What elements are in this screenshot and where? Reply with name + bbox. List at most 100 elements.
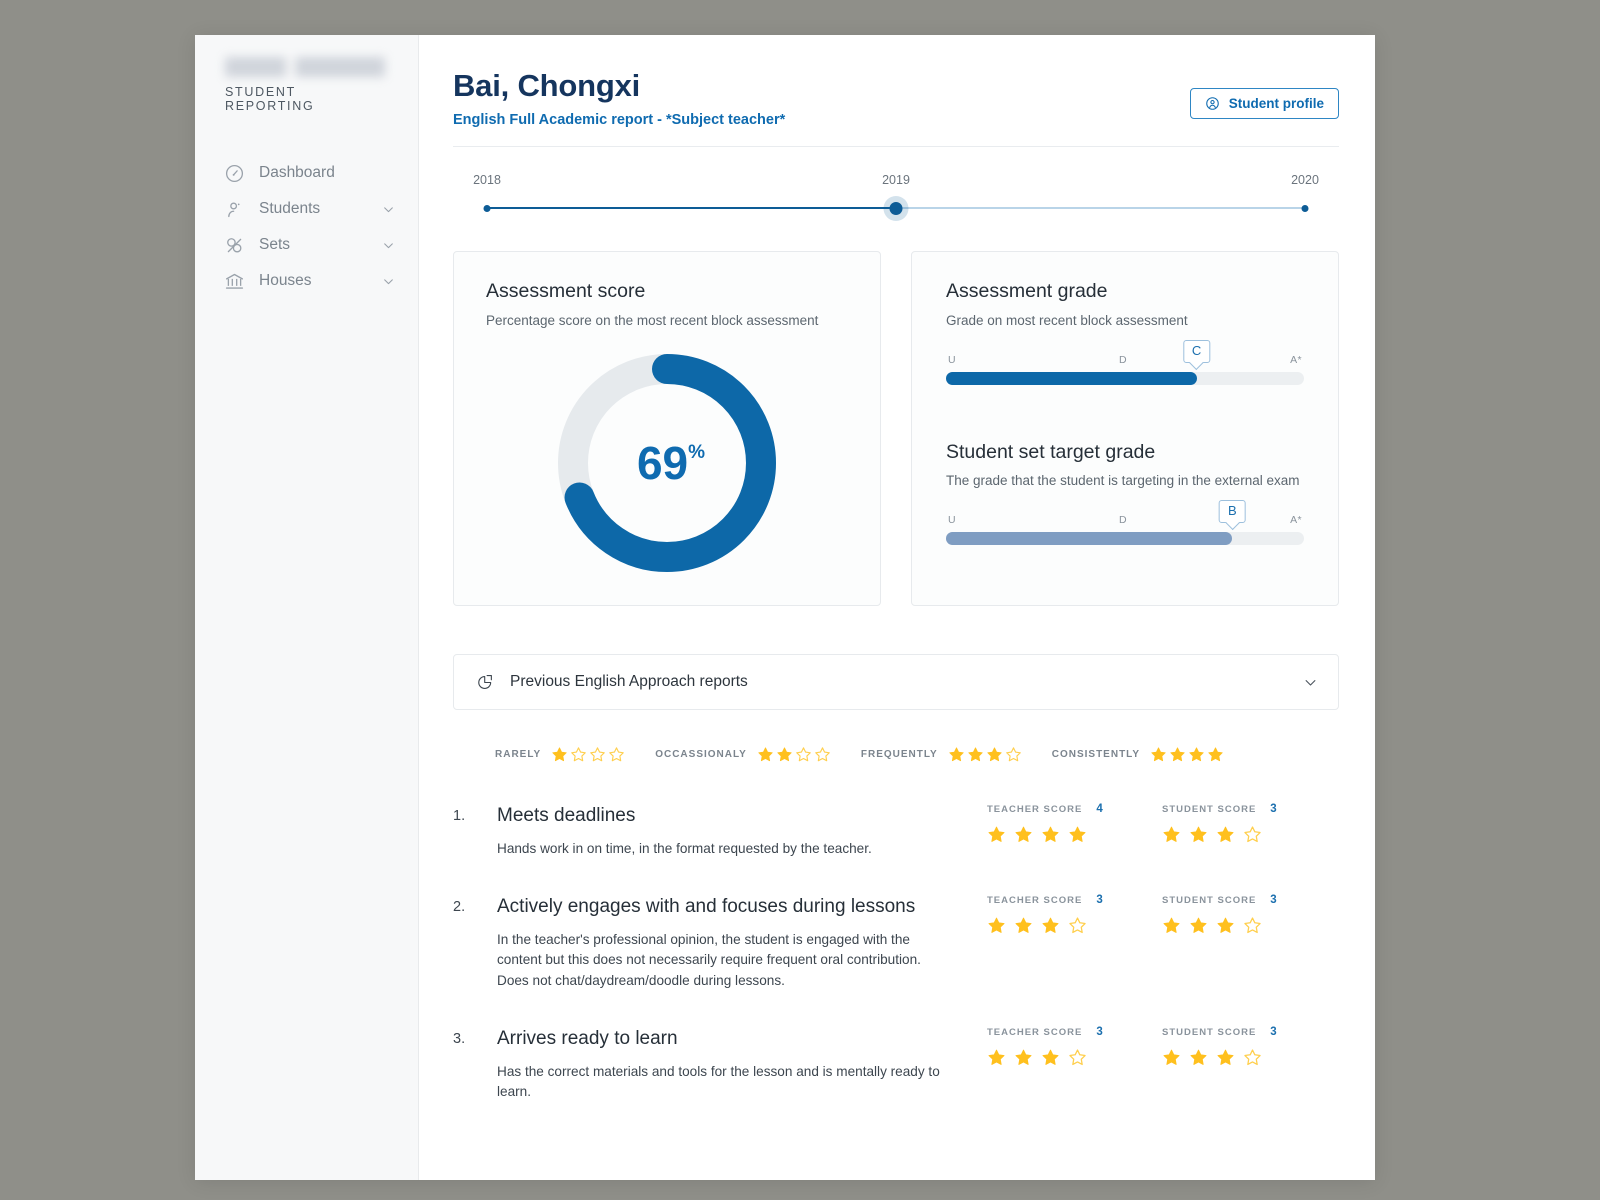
star-filled-icon: [1190, 1049, 1207, 1065]
legend-item: OCCASSIONALY: [655, 746, 831, 763]
app-window: STUDENT REPORTING Dashboard Students Set…: [195, 35, 1375, 1180]
teacher-score-stars: [987, 916, 1162, 935]
star-filled-icon: [777, 747, 792, 762]
teacher-score-value: 4: [1096, 803, 1103, 815]
chevron-down-icon[interactable]: [382, 239, 394, 251]
timeline-point-2018[interactable]: [483, 204, 491, 212]
sets-icon: [223, 234, 245, 256]
assessment-score-unit: %: [688, 442, 706, 463]
student-score-head: STUDENT SCORE 3: [1162, 1026, 1337, 1038]
star-filled-icon: [1015, 917, 1032, 933]
sidebar-item-label: Houses: [259, 272, 312, 289]
star-filled-icon: [1015, 1049, 1032, 1065]
sidebar-item-label: Sets: [259, 236, 291, 253]
page-title: Bai, Chongxi: [453, 68, 641, 103]
star-empty-icon: [1244, 826, 1261, 843]
star-filled-icon: [1190, 826, 1207, 842]
timeline-point-2020[interactable]: [1301, 204, 1309, 212]
sidebar-subtitle: STUDENT REPORTING: [225, 85, 315, 113]
timeline-handle-2019[interactable]: [889, 201, 903, 215]
timeline-track[interactable]: [483, 201, 1309, 215]
assessment-grade-meter: U D A* C: [946, 339, 1304, 385]
timeline-labels: 2018 2019 2020: [453, 173, 1339, 191]
sidebar-item-sets[interactable]: Sets: [195, 227, 418, 263]
star-empty-icon: [1244, 917, 1261, 933]
assessment-score-value-group: 69 %: [637, 440, 705, 486]
sidebar-nav: Dashboard Students Sets Houses: [195, 155, 418, 299]
sidebar-item-dashboard[interactable]: Dashboard: [195, 155, 418, 191]
page-header: Bai, Chongxi English Full Academic repor…: [453, 68, 1339, 128]
criteria-scores: TEACHER SCORE 3 STUDENT SCORE 3: [949, 894, 1339, 992]
star-filled-icon: [1217, 826, 1234, 842]
student-profile-button[interactable]: Student profile: [1189, 88, 1339, 119]
legend-item: RARELY: [495, 746, 625, 763]
star-filled-icon: [949, 747, 964, 762]
chevron-down-icon[interactable]: [382, 275, 394, 287]
legend-item-stars: [948, 746, 1022, 763]
sidebar: STUDENT REPORTING Dashboard Students Set…: [195, 35, 419, 1180]
teacher-score-head: TEACHER SCORE 4: [987, 803, 1162, 815]
star-filled-icon: [758, 747, 773, 762]
star-rating-legend: RARELY OCCASSIONALY FREQUENTLY CONSISTENTLY: [453, 746, 1339, 763]
criteria-description: Hands work in on time, in the format req…: [497, 840, 872, 856]
criteria-number: 2.: [453, 898, 466, 915]
star-filled-icon: [968, 747, 983, 762]
target-grade-title: Student set target grade: [946, 441, 1156, 463]
star-filled-icon: [1163, 826, 1180, 842]
assessment-grade-title: Assessment grade: [946, 280, 1108, 302]
star-filled-icon: [1190, 917, 1207, 933]
criteria-scores: TEACHER SCORE 4 STUDENT SCORE 3: [949, 803, 1339, 860]
bank-icon: [223, 270, 245, 292]
target-grade-badge: B: [1219, 499, 1246, 523]
sidebar-item-houses[interactable]: Houses: [195, 263, 418, 299]
timeline-fill: [487, 207, 896, 209]
sidebar-item-label: Dashboard: [259, 164, 335, 181]
star-filled-icon: [1170, 747, 1185, 762]
student-score-stars: [1162, 916, 1337, 935]
student-score-value: 3: [1270, 803, 1277, 815]
student-score-stars: [1162, 825, 1337, 844]
student-profile-label: Student profile: [1228, 96, 1324, 111]
criteria-text: Arrives ready to learn Has the correct ma…: [497, 1026, 949, 1103]
star-filled-icon: [1163, 917, 1180, 933]
teacher-score-head: TEACHER SCORE 3: [987, 1026, 1162, 1038]
target-grade-section: Student set target grade The grade that …: [946, 441, 1304, 545]
star-filled-icon: [988, 1049, 1005, 1065]
star-filled-icon: [988, 917, 1005, 933]
star-empty-icon: [609, 747, 625, 762]
previous-reports-label: Previous English Approach reports: [510, 673, 748, 690]
page-subtitle: English Full Academic report - *Subject …: [453, 112, 786, 128]
assessment-grade-description: Grade on most recent block assessment: [946, 313, 1188, 328]
criteria-number: 3.: [453, 1030, 466, 1047]
tick-astar: A*: [1290, 354, 1302, 366]
star-filled-icon: [1042, 826, 1059, 842]
star-filled-icon: [1217, 1049, 1234, 1065]
student-score-block: STUDENT SCORE 3: [1162, 803, 1337, 860]
tick-u: U: [948, 354, 956, 366]
summary-cards: Assessment score Percentage score on the…: [453, 251, 1339, 606]
criteria-list: 1. Meets deadlines Hands work in on time, …: [453, 803, 1339, 1103]
student-score-label: STUDENT SCORE: [1162, 804, 1257, 815]
teacher-score-label: TEACHER SCORE: [987, 804, 1083, 815]
star-empty-icon: [590, 747, 606, 762]
sidebar-item-students[interactable]: Students: [195, 191, 418, 227]
teacher-score-block: TEACHER SCORE 4: [987, 803, 1162, 860]
legend-item-label: FREQUENTLY: [860, 749, 938, 760]
year-timeline[interactable]: 2018 2019 2020: [453, 173, 1339, 225]
criteria-text: Actively engages with and focuses during…: [497, 894, 949, 992]
star-filled-icon: [987, 747, 1002, 762]
chevron-down-icon[interactable]: [382, 203, 394, 215]
previous-reports-accordion[interactable]: Previous English Approach reports: [453, 654, 1339, 710]
criteria-description: Has the correct materials and tools for …: [497, 1063, 940, 1100]
chevron-down-icon[interactable]: [1303, 675, 1318, 690]
teacher-score-block: TEACHER SCORE 3: [987, 1026, 1162, 1103]
star-empty-icon: [1069, 1048, 1086, 1065]
student-score-value: 3: [1270, 893, 1277, 906]
tick-astar: A*: [1290, 514, 1302, 526]
tick-d: D: [1119, 514, 1128, 526]
student-score-value: 3: [1270, 1025, 1277, 1038]
student-score-block: STUDENT SCORE 3: [1162, 1026, 1337, 1103]
criteria-row: 1. Meets deadlines Hands work in on time, …: [453, 803, 1339, 860]
criteria-row: 3. Arrives ready to learn Has the correct …: [453, 1026, 1339, 1103]
teacher-score-stars: [987, 1048, 1162, 1067]
